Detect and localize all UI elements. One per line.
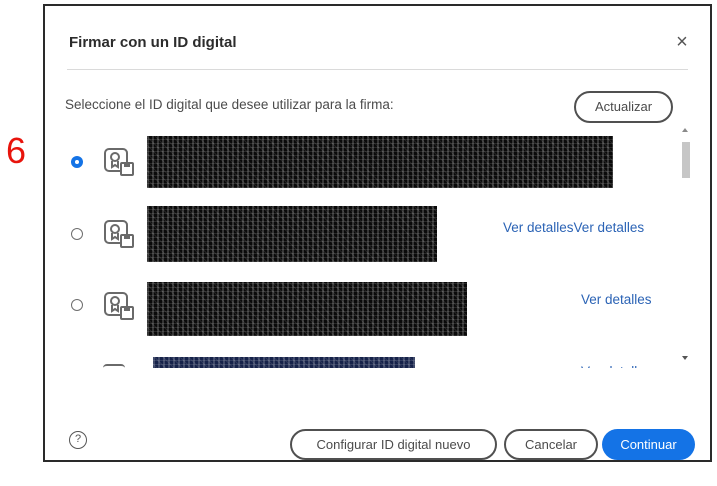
redacted-id-name bbox=[147, 136, 613, 188]
radio-unselected[interactable] bbox=[71, 228, 83, 240]
continue-button[interactable]: Continuar bbox=[602, 429, 695, 460]
digital-id-row[interactable]: Ver detallesVer detalles bbox=[65, 204, 677, 274]
certificate-icon bbox=[103, 364, 125, 368]
scroll-thumb[interactable] bbox=[682, 142, 690, 178]
sign-with-digital-id-dialog: Firmar con un ID digital × Seleccione el… bbox=[43, 4, 712, 462]
certificate-icon bbox=[104, 220, 134, 248]
refresh-button[interactable]: Actualizar bbox=[574, 91, 673, 123]
close-icon[interactable]: × bbox=[672, 32, 692, 52]
radio-selected[interactable] bbox=[71, 156, 83, 168]
dialog-title: Firmar con un ID digital bbox=[69, 34, 237, 51]
scroll-down-arrow-icon[interactable] bbox=[682, 356, 688, 360]
view-details-link[interactable]: Ver detalles bbox=[581, 360, 652, 368]
redacted-id-name bbox=[147, 206, 437, 262]
digital-id-row[interactable]: Ver detalles bbox=[65, 354, 677, 368]
redacted-id-name bbox=[147, 282, 467, 336]
redacted-id-name bbox=[153, 357, 415, 368]
digital-id-row[interactable]: Ver detalles bbox=[65, 282, 677, 352]
configure-new-digital-id-button[interactable]: Configurar ID digital nuevo bbox=[290, 429, 497, 460]
digital-id-list: Ver detallesVer detalles Ver detalles Ve… bbox=[65, 126, 697, 368]
certificate-icon bbox=[104, 148, 134, 176]
radio-unselected[interactable] bbox=[71, 299, 83, 311]
instruction-text: Seleccione el ID digital que desee utili… bbox=[65, 97, 394, 112]
digital-id-row[interactable] bbox=[65, 126, 677, 196]
list-scrollbar[interactable] bbox=[679, 124, 693, 368]
cancel-button[interactable]: Cancelar bbox=[504, 429, 598, 460]
scroll-up-arrow-icon[interactable] bbox=[682, 128, 688, 132]
title-divider bbox=[67, 69, 688, 70]
help-icon[interactable]: ? bbox=[69, 431, 87, 449]
view-details-link[interactable]: Ver detallesVer detalles bbox=[503, 220, 644, 235]
view-details-link[interactable]: Ver detalles bbox=[581, 292, 652, 307]
certificate-icon bbox=[104, 292, 134, 320]
step-number-6: 6 bbox=[6, 130, 27, 171]
